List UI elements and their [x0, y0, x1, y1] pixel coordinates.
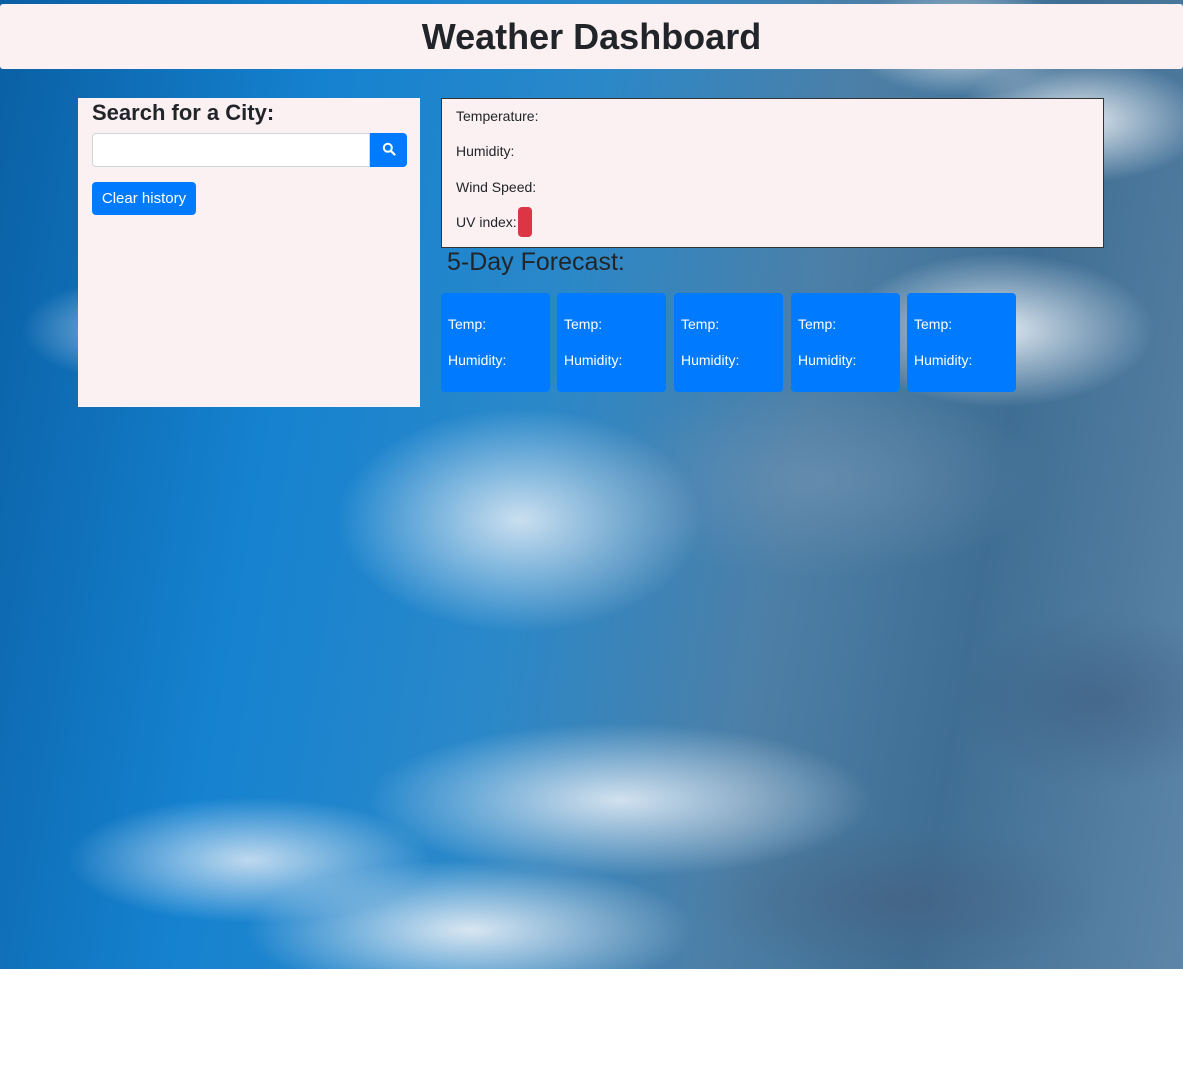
forecast-temp-label: Temp:	[681, 316, 720, 332]
page-header: Weather Dashboard	[0, 4, 1183, 69]
forecast-humidity-label: Humidity:	[564, 352, 623, 368]
city-search-input[interactable]	[92, 133, 370, 167]
forecast-title: 5-Day Forecast:	[447, 248, 625, 276]
search-button[interactable]	[370, 133, 407, 167]
forecast-humidity-label: Humidity:	[448, 352, 507, 368]
forecast-temp-label: Temp:	[914, 316, 953, 332]
forecast-card-5: Temp: Humidity:	[907, 293, 1016, 392]
forecast-temp-label: Temp:	[798, 316, 837, 332]
forecast-card-3: Temp: Humidity:	[674, 293, 783, 392]
forecast-card-2: Temp: Humidity:	[557, 293, 666, 392]
search-panel: Search for a City: Clear history	[78, 98, 420, 407]
forecast-card-1: Temp: Humidity:	[441, 293, 550, 392]
temperature-label: Temperature:	[456, 108, 539, 124]
uv-index-label: UV index:	[456, 214, 517, 230]
search-title: Search for a City:	[92, 100, 275, 125]
forecast-humidity-label: Humidity:	[681, 352, 740, 368]
forecast-humidity-label: Humidity:	[914, 352, 973, 368]
forecast-card-4: Temp: Humidity:	[791, 293, 900, 392]
forecast-temp-label: Temp:	[564, 316, 603, 332]
forecast-humidity-label: Humidity:	[798, 352, 857, 368]
wind-speed-label: Wind Speed:	[456, 179, 537, 195]
clear-history-button[interactable]: Clear history	[92, 182, 196, 215]
forecast-temp-label: Temp:	[448, 316, 487, 332]
uv-index-badge	[517, 207, 532, 237]
search-icon	[382, 142, 396, 159]
page-title: Weather Dashboard	[421, 15, 762, 57]
humidity-label: Humidity:	[456, 143, 515, 159]
current-weather-panel: Temperature: Humidity: Wind Speed: UV in…	[441, 98, 1104, 248]
uv-index-row: UV index:	[456, 207, 532, 237]
